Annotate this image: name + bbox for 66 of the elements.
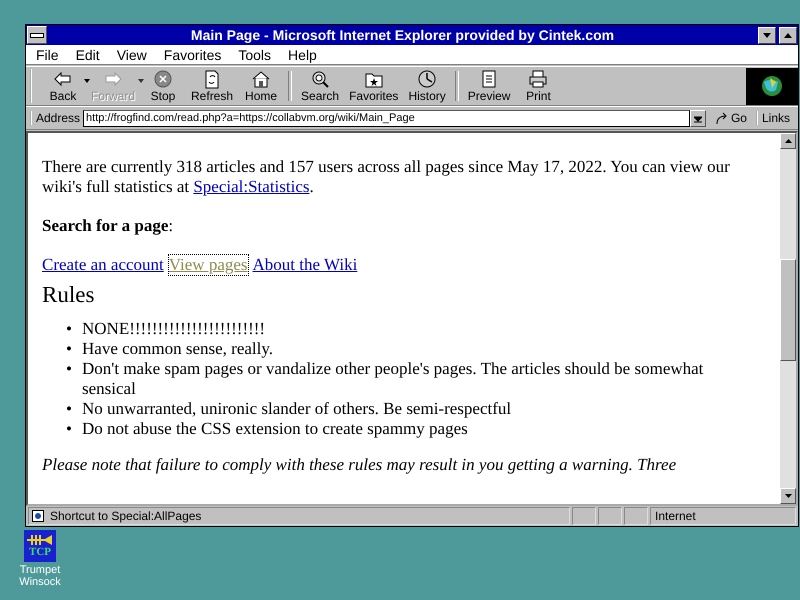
links-button[interactable]: Links <box>756 111 794 125</box>
maximize-button[interactable] <box>779 26 797 44</box>
menu-item[interactable]: Tools <box>238 46 272 62</box>
rule-item: Have common sense, really. <box>82 339 274 359</box>
security-zone: Internet <box>655 509 696 523</box>
toolbar-button[interactable]: Print <box>515 69 562 103</box>
trumpet-drawing <box>26 534 54 546</box>
note-paragraph: Please note that failure to comply with these rules may result in you getting a warning. Three <box>42 455 678 475</box>
address-label: Address <box>30 111 80 125</box>
rule-item: Do not abuse the CSS extension to create spammy pages <box>82 419 468 439</box>
vertical-scrollbar[interactable] <box>780 133 796 504</box>
address-field[interactable]: http://frogfind.com/read.php?a=https://collabvm.org/wiki/Main_Page <box>83 110 690 126</box>
bullet: • <box>66 399 73 419</box>
menu-item[interactable]: File <box>36 46 59 62</box>
scroll-down-button[interactable] <box>780 488 796 504</box>
toolbar-button[interactable]: Stop <box>140 69 186 103</box>
rule-item: No unwarranted, unironic slander of others. Be semi-respectful <box>82 399 512 419</box>
menu-item[interactable]: View <box>116 46 147 62</box>
window-title: Main Page - Microsoft Internet Explorer provided by Cintek.com <box>190 27 616 43</box>
nav-link[interactable]: Create an account <box>42 255 164 275</box>
status-panel <box>598 507 622 525</box>
menu-item[interactable]: Edit <box>76 46 100 62</box>
bullet: • <box>66 419 73 439</box>
stop-icon <box>152 69 174 89</box>
statistics-link[interactable]: Special:Statistics <box>193 177 310 196</box>
dropdown-button[interactable] <box>690 110 706 126</box>
toolbar-button[interactable]: Back <box>40 69 86 103</box>
globe-icon <box>760 74 784 98</box>
icon-badge-text: TCP <box>29 546 51 558</box>
caret-down-icon <box>784 494 792 498</box>
print-icon <box>527 69 550 89</box>
bullet: • <box>66 339 73 359</box>
status-text: Shortcut to Special:AllPages <box>50 509 202 523</box>
caret-up-icon <box>784 32 792 38</box>
rule-item: NONE!!!!!!!!!!!!!!!!!!!!!!!! <box>82 319 266 339</box>
history-icon <box>416 69 438 89</box>
caret-down-icon <box>694 114 702 122</box>
toolbar-button[interactable]: Favorites <box>344 69 404 103</box>
scroll-up-button[interactable] <box>780 133 796 149</box>
toolbar-button[interactable]: History <box>403 69 451 103</box>
rule-item: Don't make spam pages or vandalize other people's pages. The articles should be somewhat sensical <box>82 359 704 399</box>
shortcut-label: Trumpet Winsock <box>18 564 62 588</box>
bullet: • <box>66 359 73 380</box>
minimize-button[interactable] <box>758 26 776 44</box>
arrow-icon <box>714 111 729 125</box>
system-menu-button[interactable] <box>27 26 47 44</box>
intro-paragraph: There are currently 318 articles and 157 users across all pages since May 17, 2022. You can view our wiki's full statistics at Special:Statistics. <box>42 157 731 197</box>
page-icon <box>32 510 44 522</box>
nav-link[interactable]: View pages <box>168 255 248 275</box>
nav-link[interactable]: About the Wiki <box>252 255 358 275</box>
menu-item[interactable]: Favorites <box>164 46 222 62</box>
rules-heading: Rules <box>42 285 96 305</box>
status-panel <box>624 507 648 525</box>
toolbar-button[interactable]: Search <box>296 69 344 103</box>
toolbar-button[interactable]: Home <box>238 69 284 103</box>
search-label: Search for a page: <box>42 216 174 236</box>
caret-down-icon <box>763 32 771 38</box>
bullet: • <box>66 319 73 339</box>
go-button[interactable]: Go <box>708 111 753 125</box>
toolbar-button[interactable]: Refresh <box>186 69 238 103</box>
toolbar-button[interactable]: Preview <box>462 69 516 103</box>
caret-up-icon <box>784 139 792 143</box>
status-panel <box>572 507 596 525</box>
menu-item[interactable]: Help <box>288 46 317 62</box>
scroll-thumb[interactable] <box>780 259 796 361</box>
desktop-shortcut[interactable]: TCP Trumpet Winsock <box>12 530 68 588</box>
